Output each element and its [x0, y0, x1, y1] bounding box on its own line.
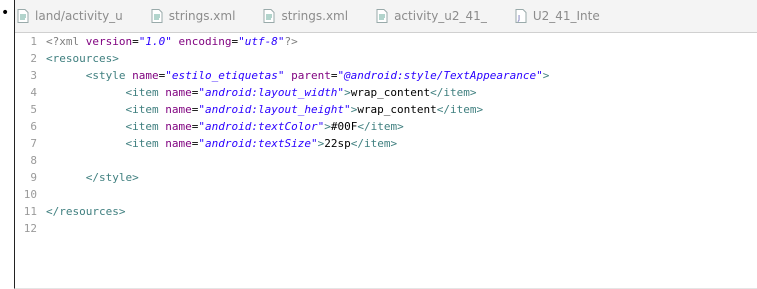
xml-file-icon [151, 9, 163, 23]
code-line: 9 </style> [15, 169, 757, 186]
tag-close-bracket: > [344, 86, 351, 99]
item-open-tag: <item [125, 86, 166, 99]
line-number: 6 [30, 120, 37, 133]
style-open-tag: <style [85, 69, 133, 82]
item-value: 22sp [324, 137, 351, 150]
tab-label: strings.xml [281, 9, 349, 23]
code-editor[interactable]: 1 <?xml version="1.0" encoding="utf-8"?>… [15, 33, 757, 288]
attr-name: name [165, 137, 192, 150]
item-close-tag: </item> [350, 137, 398, 150]
tab-strings-xml-2[interactable]: strings.xml [257, 0, 370, 32]
line-number: 12 [23, 222, 37, 235]
attr-value-item-name: "android:textSize" [198, 137, 318, 150]
line-number: 1 [30, 35, 37, 48]
attr-value-item-name: "android:layout_width" [198, 86, 345, 99]
code-line: 11 </resources> [15, 203, 757, 220]
code-line: 6 <item name="android:textColor">#00F</i… [15, 118, 757, 135]
tab-label: strings.xml [168, 9, 236, 23]
editor-tab-bar: land/activity_u strings.xml strings.xml … [15, 0, 757, 33]
item-close-tag: </item> [357, 120, 404, 133]
code-line: 7 <item name="android:textSize">22sp</it… [15, 135, 757, 152]
item-open-tag: <item [125, 103, 166, 116]
line-number: 5 [30, 103, 37, 116]
attr-value-item-name: "android:layout_height" [198, 103, 351, 116]
code-line: 8 [15, 152, 757, 169]
tab-land-activity[interactable]: land/activity_u [15, 0, 145, 32]
xml-declaration-open: <?xml [46, 35, 86, 48]
attr-value-parent: "@android:style/TextAppearance" [337, 69, 543, 82]
attr-name: name [165, 86, 192, 99]
style-close-tag: </style> [85, 171, 139, 184]
item-value: wrap_content [350, 86, 431, 99]
resources-close-tag: </resources> [46, 205, 126, 218]
item-close-tag: </item> [436, 103, 484, 116]
attr-parent: parent [284, 69, 331, 82]
attr-value-encoding: "utf-8" [238, 35, 285, 48]
java-file-icon: J [515, 9, 527, 23]
xml-declaration-close: ?> [284, 35, 298, 48]
xml-file-icon [263, 9, 275, 23]
tab-u2-41-java[interactable]: J U2_41_Inte [509, 0, 622, 32]
attr-name: name [132, 69, 159, 82]
code-line: 12 [15, 220, 757, 237]
line-number: 8 [30, 154, 37, 167]
line-number: 7 [30, 137, 37, 150]
line-number: 9 [30, 171, 37, 184]
line-number: 10 [23, 188, 37, 201]
code-line: 10 [15, 186, 757, 203]
tag-close-bracket: > [324, 120, 331, 133]
item-value: #00F [330, 120, 358, 133]
attr-version: version [85, 35, 133, 48]
code-line: 5 <item name="android:layout_height">wra… [15, 101, 757, 118]
tag-close-bracket: > [542, 69, 550, 82]
item-value: wrap_content [357, 103, 437, 116]
item-open-tag: <item [125, 137, 166, 150]
attr-encoding: encoding [171, 35, 232, 48]
tab-strings-xml-1[interactable]: strings.xml [145, 0, 258, 32]
resources-open-tag: <resources> [46, 52, 119, 65]
tab-activity-u2-41[interactable]: activity_u2_41_ [370, 0, 509, 32]
line-number: 11 [23, 205, 37, 218]
xml-file-icon [17, 9, 29, 23]
xml-editor-window: land/activity_u strings.xml strings.xml … [14, 0, 757, 289]
line-number: 4 [30, 86, 37, 99]
attr-value-version: "1.0" [138, 35, 172, 48]
svg-text:J: J [517, 14, 520, 22]
attr-value-style-name: "estilo_etiquetas" [165, 69, 285, 82]
attr-value-item-name: "android:textColor" [198, 120, 325, 133]
xml-file-icon [376, 9, 388, 23]
item-close-tag: </item> [430, 86, 477, 99]
bullet-marker: • [1, 5, 10, 21]
code-line: 1 <?xml version="1.0" encoding="utf-8"?> [15, 33, 757, 50]
line-number: 3 [30, 69, 37, 82]
attr-name: name [165, 103, 192, 116]
tab-label: land/activity_u [35, 9, 123, 23]
code-line: 2 <resources> [15, 50, 757, 67]
item-open-tag: <item [125, 120, 166, 133]
code-line: 4 <item name="android:layout_width">wrap… [15, 84, 757, 101]
code-line: 3 <style name="estilo_etiquetas" parent=… [15, 67, 757, 84]
tab-label: U2_41_Inte [532, 9, 600, 23]
attr-name: name [165, 120, 192, 133]
tab-label: activity_u2_41_ [394, 9, 487, 23]
equals-sign: = [132, 35, 139, 48]
line-number: 2 [30, 52, 37, 65]
